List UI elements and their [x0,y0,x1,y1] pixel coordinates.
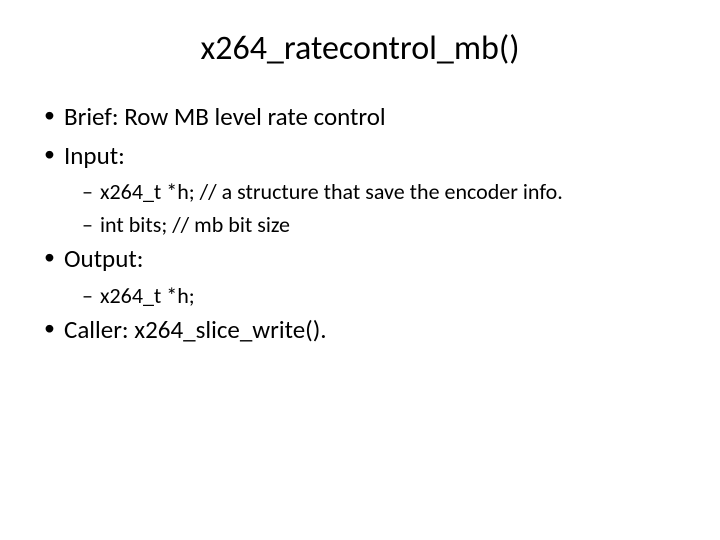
bullet-caller: Caller: x264_slice_write(). [40,314,680,347]
bullet-brief: Brief: Row MB level rate control [40,101,680,134]
slide-title: x264_ratecontrol_mb() [40,28,680,69]
bullet-output-label: Output: [40,243,680,276]
bullet-input-2: int bits; // mb bit size [40,211,680,240]
bullet-input-1: x264_t *h; // a structure that save the … [40,178,680,207]
bullet-output-1: x264_t *h; [40,282,680,311]
bullet-input-label: Input: [40,140,680,173]
content-list: Brief: Row MB level rate control Input: … [40,101,680,347]
